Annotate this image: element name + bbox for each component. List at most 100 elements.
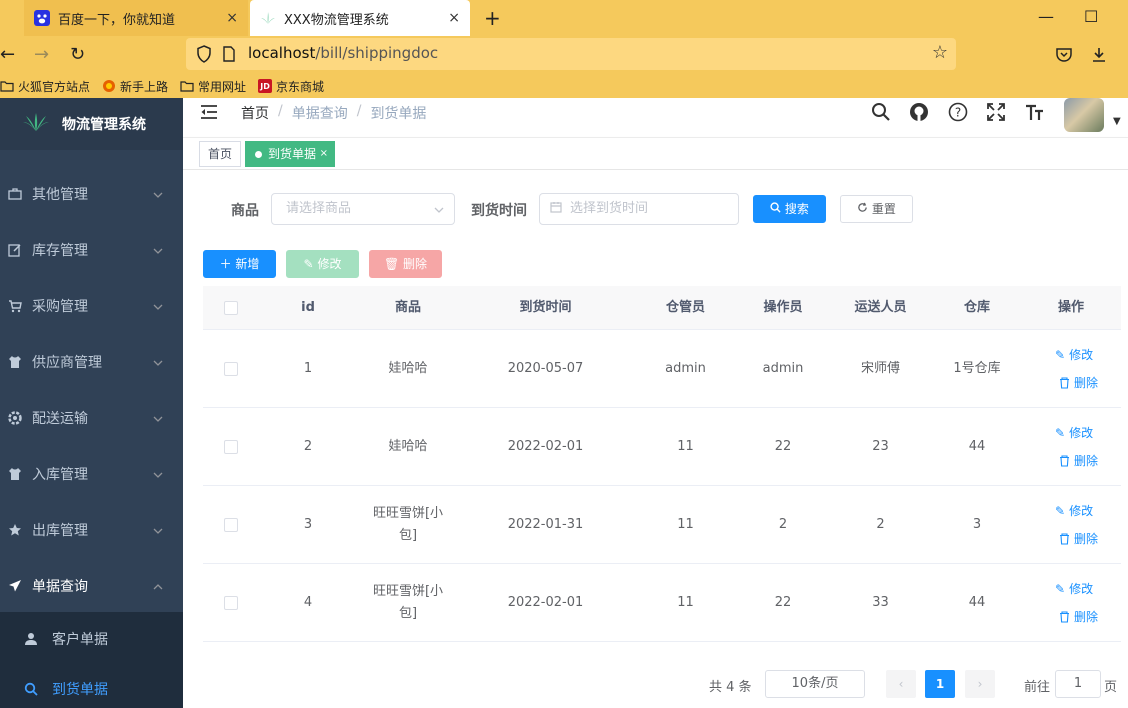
minimize-window-icon[interactable]: —	[1038, 0, 1054, 36]
edit-button[interactable]: ✎ 修改	[286, 250, 359, 278]
bookmark-jd[interactable]: JD 京东商城	[258, 78, 324, 95]
page-size-select[interactable]: 10条/页	[765, 670, 865, 698]
close-tag-icon[interactable]: ×	[320, 142, 328, 166]
tag-arrival-bills[interactable]: 到货单据 ×	[245, 141, 336, 167]
shirt-icon	[6, 355, 24, 369]
chevron-down-icon	[153, 522, 163, 538]
search-button[interactable]: 搜索	[753, 195, 826, 223]
bookmark-firefox[interactable]: 火狐官方站点	[0, 78, 90, 95]
sidebar-item-supplier[interactable]: 供应商管理	[0, 334, 183, 390]
edit-icon: ✎	[1055, 425, 1066, 440]
row-checkbox[interactable]	[203, 408, 258, 486]
row-edit-link[interactable]: ✎ 修改	[1055, 424, 1093, 441]
column-header-operator[interactable]: 操作员	[738, 286, 828, 330]
date-picker-input[interactable]: 选择到货时间	[539, 193, 739, 225]
shirt-icon	[6, 467, 24, 481]
edit-icon: ✎	[303, 257, 314, 271]
back-icon[interactable]: ←	[0, 36, 15, 74]
column-header-id[interactable]: id	[258, 286, 358, 330]
row-checkbox[interactable]	[203, 330, 258, 408]
column-header-date[interactable]: 到货时间	[458, 286, 633, 330]
row-edit-link[interactable]: ✎ 修改	[1055, 346, 1093, 363]
row-checkbox[interactable]	[203, 486, 258, 564]
address-bar[interactable]: localhost/bill/shippingdoc ☆	[186, 38, 956, 70]
goods-select[interactable]: 请选择商品	[271, 193, 455, 225]
app-logo[interactable]: 物流管理系统	[0, 98, 183, 150]
row-checkbox[interactable]	[203, 564, 258, 642]
bookmark-getting-started[interactable]: 新手上路	[102, 78, 168, 95]
reset-button[interactable]: 重置	[840, 195, 913, 223]
row-delete-link[interactable]: 删除	[1059, 608, 1098, 625]
sidebar-item-label: 供应商管理	[32, 355, 102, 371]
row-delete-link[interactable]: 删除	[1059, 374, 1098, 391]
bookmarks-bar: 火狐官方站点 新手上路 常用网址 JD 京东商城	[0, 74, 1128, 98]
table-row[interactable]: 3 旺旺雪饼[小包] 2022-01-31 11 2 2 3 ✎ 修改 删除	[203, 486, 1121, 564]
add-button[interactable]: ＋ 新增	[203, 250, 276, 278]
sidebar-item-other[interactable]: 其他管理	[0, 166, 183, 222]
row-edit-link[interactable]: ✎ 修改	[1055, 502, 1093, 519]
sidebar-item-delivery[interactable]: 配送运输	[0, 390, 183, 446]
font-size-icon[interactable]	[1024, 102, 1046, 126]
avatar[interactable]	[1064, 98, 1104, 132]
hamburger-icon[interactable]	[200, 104, 218, 124]
row-edit-link[interactable]: ✎ 修改	[1055, 580, 1093, 597]
close-tab-icon[interactable]: ×	[448, 10, 460, 26]
reload-icon[interactable]: ↻	[70, 36, 85, 74]
browser-tab-baidu[interactable]: 百度一下，你就知道 ×	[24, 0, 248, 36]
chevron-down-icon	[153, 186, 163, 202]
column-header-shipper[interactable]: 运送人员	[828, 286, 933, 330]
table-row[interactable]: 4 旺旺雪饼[小包] 2022-02-01 11 22 33 44 ✎ 修改 删除	[203, 564, 1121, 642]
main-content: 商品 请选择商品 到货时间 选择到货时间 搜索 重置 ＋ 新增 ✎ 修改 🗑 删…	[183, 170, 1128, 708]
tag-home[interactable]: 首页	[199, 141, 242, 167]
column-header-goods[interactable]: 商品	[358, 286, 458, 330]
sidebar-item-outbound[interactable]: 出库管理	[0, 502, 183, 558]
sidebar-item-inbound[interactable]: 入库管理	[0, 446, 183, 502]
app-header: 首页 / 单据查询 / 到货单据 ? ▼	[183, 98, 1128, 138]
browser-tab-logistics[interactable]: XXX物流管理系统 ×	[250, 0, 470, 36]
select-all-checkbox[interactable]	[203, 286, 258, 330]
delete-button[interactable]: 🗑 删除	[369, 250, 442, 278]
cell-operator: 2	[778, 517, 788, 532]
sidebar-item-purchase[interactable]: 采购管理	[0, 278, 183, 334]
column-header-keeper[interactable]: 仓管员	[633, 286, 738, 330]
edit-icon: ✎	[1055, 503, 1066, 518]
page-button-current[interactable]: 1	[925, 670, 955, 698]
sidebar-item-label: 采购管理	[32, 299, 88, 315]
sidebar-item-inventory[interactable]: 库存管理	[0, 222, 183, 278]
tags-view-bar: 首页 到货单据 ×	[183, 138, 1128, 170]
row-delete-link[interactable]: 删除	[1059, 452, 1098, 469]
search-icon[interactable]	[871, 102, 891, 126]
sidebar-item-bills[interactable]: 单据查询	[0, 558, 183, 614]
new-tab-button[interactable]: +	[484, 0, 501, 36]
download-icon[interactable]	[1090, 36, 1108, 74]
prev-page-button[interactable]: ‹	[886, 670, 916, 698]
cell-warehouse: 44	[968, 439, 986, 454]
sidebar-subitem-customer-bills[interactable]: 客户单据	[0, 614, 183, 664]
bookmark-common-sites[interactable]: 常用网址	[180, 78, 246, 95]
next-page-button[interactable]: ›	[965, 670, 995, 698]
sidebar-item-label: 配送运输	[32, 411, 88, 427]
fullscreen-icon[interactable]	[986, 102, 1006, 126]
cell-id: 4	[303, 595, 313, 610]
close-tab-icon[interactable]: ×	[226, 10, 238, 26]
forward-icon[interactable]: →	[34, 36, 49, 74]
cell-shipper: 33	[872, 595, 889, 610]
github-icon[interactable]	[909, 102, 929, 126]
browser-tab-title: 百度一下，你就知道	[58, 12, 176, 28]
bookmark-star-icon[interactable]: ☆	[932, 42, 948, 63]
pocket-icon[interactable]	[1055, 36, 1073, 74]
chevron-down-icon	[153, 354, 163, 370]
briefcase-icon	[6, 187, 24, 201]
trash-icon	[1059, 532, 1070, 545]
table-row[interactable]: 2 娃哈哈 2022-02-01 11 22 23 44 ✎ 修改 删除	[203, 408, 1121, 486]
breadcrumb-home[interactable]: 首页	[241, 103, 269, 123]
caret-down-icon[interactable]: ▼	[1113, 116, 1121, 127]
table-row[interactable]: 1 娃哈哈 2020-05-07 admin admin 宋师傅 1号仓库 ✎ 修…	[203, 330, 1121, 408]
row-delete-link[interactable]: 删除	[1059, 530, 1098, 547]
goto-page-input[interactable]: 1	[1055, 670, 1101, 698]
column-header-warehouse[interactable]: 仓库	[933, 286, 1021, 330]
sidebar-subitem-arrival-bills[interactable]: 到货单据	[0, 664, 183, 708]
chevron-down-icon	[153, 466, 163, 482]
maximize-window-icon[interactable]: ☐	[1084, 0, 1098, 36]
help-icon[interactable]: ?	[948, 102, 968, 126]
